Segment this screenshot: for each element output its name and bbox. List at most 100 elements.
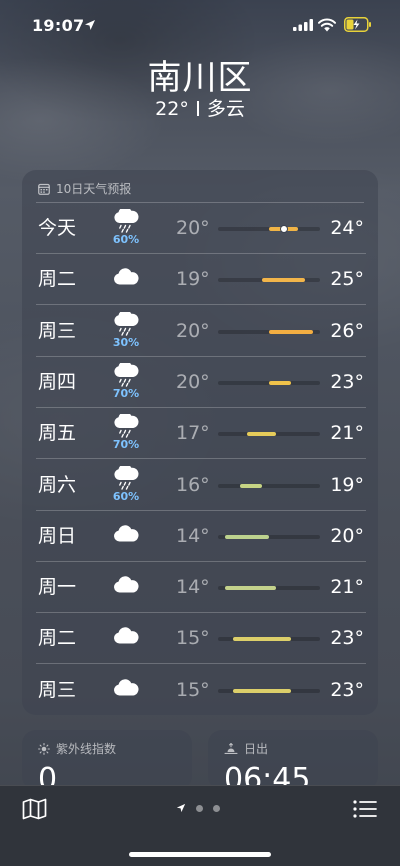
low-temperature: 20° [176,217,210,239]
forecast-row[interactable]: 周日 14° 20° [36,511,366,562]
temperature-range-track [218,278,320,283]
divider [196,101,199,116]
low-temperature: 15° [176,678,210,701]
forecast-row[interactable]: 周三 30% 20° 26° [36,306,366,357]
temperature-range-track [218,329,320,334]
low-temperature: 17° [176,422,210,445]
temperature-range-bar [225,534,269,539]
forecast-row[interactable]: 周四 70% 20° 23° [36,357,366,408]
high-temperature: 21° [330,422,364,445]
temperature-range-bar [261,278,306,283]
high-temperature: 20° [330,524,364,547]
low-temperature: 20° [176,370,210,393]
forecast-header: 10日天气预报 [38,180,131,197]
page-dot [196,804,203,812]
status-time: 19:07 [32,16,85,35]
forecast-row[interactable]: 周五 70% 17° 21° [36,408,366,460]
forecast-day: 今天 [38,217,77,239]
low-temperature: 15° [176,627,210,650]
status-bar: 19:07 [0,0,400,52]
forecast-row[interactable]: 周二 19° 25° [36,254,366,306]
location-arrow-icon [85,20,95,30]
low-temperature: 14° [176,524,210,547]
wifi-icon [318,18,336,32]
sunrise-icon [224,742,238,754]
sun-icon [38,742,50,755]
home-indicator [129,852,271,857]
cloud-rain-icon: 30% [110,311,142,352]
high-temperature: 23° [330,627,364,650]
temperature-range-track [218,534,320,539]
cloud-rain-icon: 70% [110,414,142,454]
sunrise-card[interactable]: 日出 06:45 [208,730,378,790]
high-temperature: 23° [330,370,364,393]
forecast-day: 周五 [38,422,77,445]
city-name: 南川区 [147,58,253,98]
cloud-icon [110,671,142,711]
map-icon[interactable] [22,798,47,820]
sunrise-label: 日出 [244,742,269,756]
uv-index-label: 紫外线指数 [56,742,117,756]
location-arrow-icon [176,803,186,813]
current-conditions: 22° 多云 [0,98,400,120]
forecast-day: 周日 [38,524,77,547]
current-condition: 多云 [206,98,245,120]
sunrise-header: 日出 [224,740,268,757]
forecast-day: 周六 [38,473,77,496]
temperature-range-bar [269,329,313,334]
high-temperature: 23° [330,678,364,701]
battery-charging-icon [344,17,371,32]
page-indicator[interactable] [176,803,220,813]
low-temperature: 20° [176,319,210,342]
bottom-toolbar [0,785,400,866]
temperature-range-bar [239,483,262,488]
temperature-range-track [218,637,320,642]
temperature-range-bar [225,586,277,591]
low-temperature: 19° [176,268,210,291]
low-temperature: 14° [176,576,210,599]
temperature-range-bar [232,637,291,642]
calendar-icon [38,183,50,195]
temperature-range-track [218,586,320,591]
forecast-row[interactable]: 周三 15° 23° [36,665,366,716]
list-icon[interactable] [353,799,377,819]
cloud-icon [110,260,142,300]
uv-index-header: 紫外线指数 [38,740,116,757]
high-temperature: 25° [330,268,364,291]
high-temperature: 26° [330,319,364,342]
low-temperature: 16° [176,473,210,496]
precipitation-chance: 60% [112,489,140,503]
precipitation-chance: 30% [112,335,140,349]
temperature-range-track [218,380,320,385]
temperature-range-track [218,483,320,488]
cloud-rain-icon: 60% [110,465,142,506]
temperature-range-track [218,688,320,693]
temperature-range-bar [247,432,277,437]
high-temperature: 21° [330,576,364,599]
forecast-row[interactable]: 周六 60% 16° 19° [36,460,366,511]
precipitation-chance: 60% [112,233,140,246]
forecast-row[interactable]: 今天 60% 20° 24° [36,203,366,254]
temperature-range-bar [232,688,291,693]
cloud-icon [110,568,142,608]
forecast-day: 周三 [38,319,77,342]
forecast-day: 周四 [38,370,77,393]
forecast-row[interactable]: 周二 15° 23° [36,613,366,665]
high-temperature: 19° [330,473,364,496]
ten-day-forecast-card[interactable]: 10日天气预报 今天 60% 20° 24° 周二 19° 25° 周三 30% 20° 26° 周四… [22,170,378,715]
temperature-range-track [218,225,320,233]
forecast-row[interactable]: 周一 14° 21° [36,562,366,614]
high-temperature: 24° [330,217,364,239]
current-temperature: 22° [155,98,189,120]
cloud-icon [110,517,142,557]
temperature-range-bar [269,380,291,385]
cloud-icon [110,619,142,659]
temperature-range-track [218,432,320,437]
precipitation-chance: 70% [112,438,140,452]
uv-index-card[interactable]: 紫外线指数 0 [22,730,192,790]
forecast-title: 10日天气预报 [56,182,132,196]
forecast-day: 周二 [38,268,77,291]
cellular-signal-icon [293,19,313,31]
location-header: 南川区 22° 多云 [0,56,400,120]
cloud-rain-icon: 70% [110,362,142,403]
